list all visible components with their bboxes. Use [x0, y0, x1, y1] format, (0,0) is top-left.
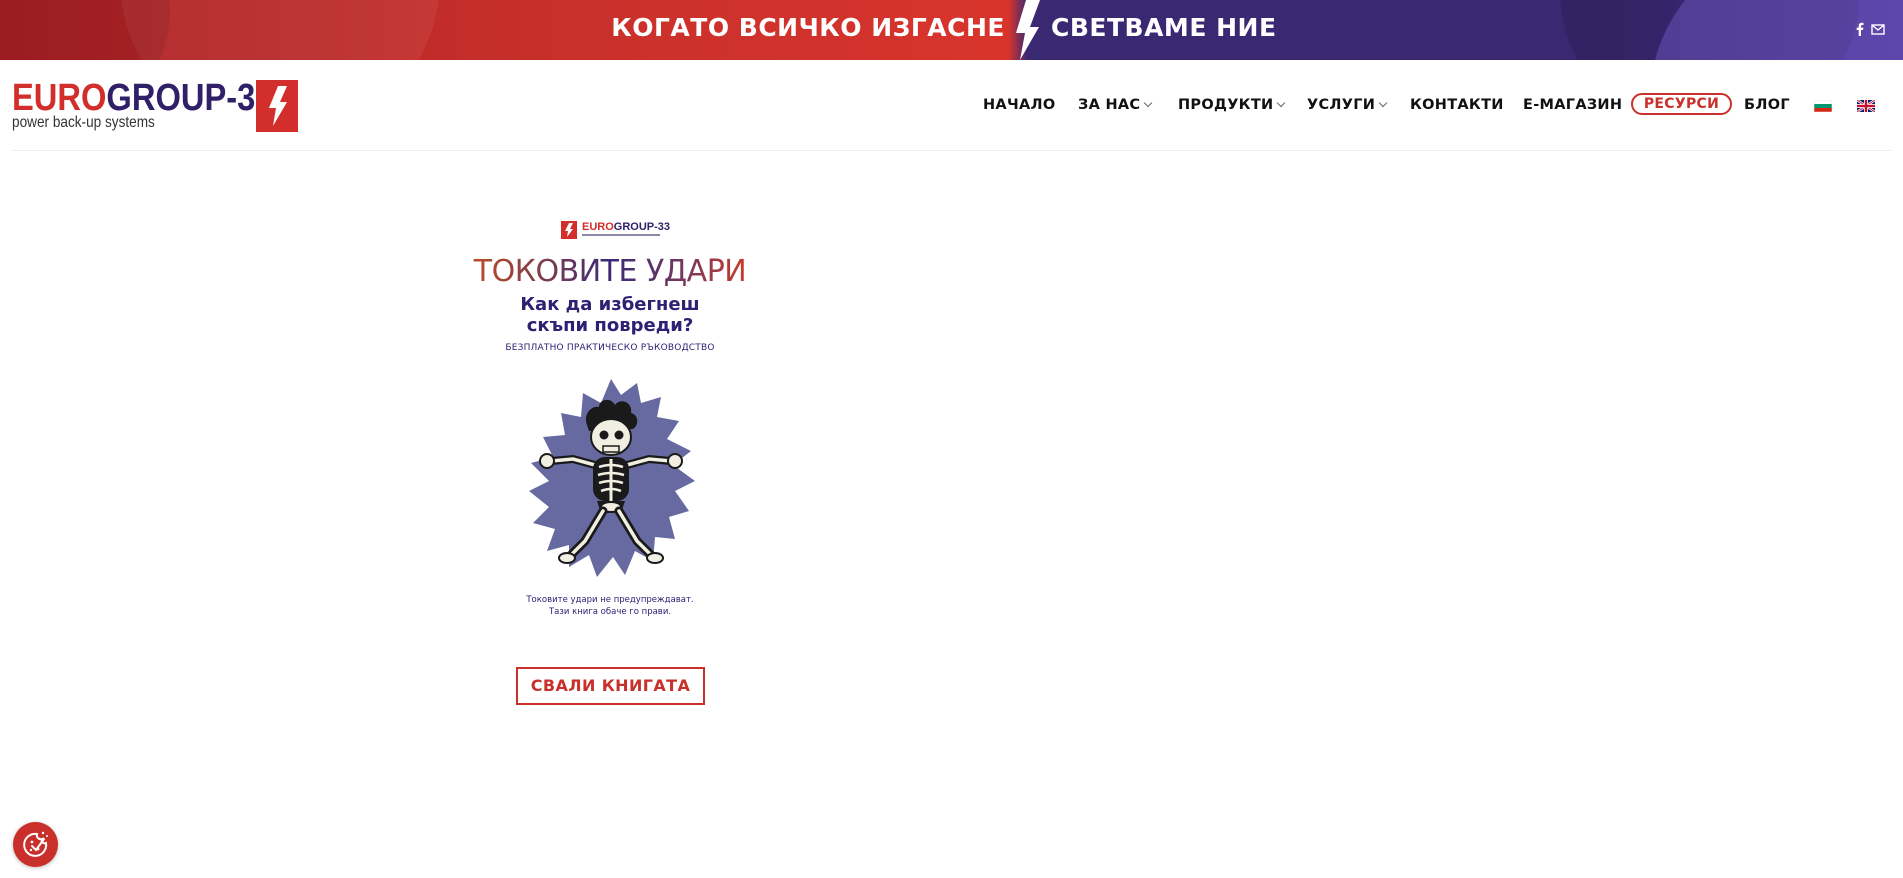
chevron-down-icon — [1378, 98, 1388, 108]
chevron-down-icon — [1144, 98, 1153, 108]
cover-subtitle-line: Как да избегнеш — [520, 294, 700, 315]
top-banner: КОГАТО ВСИЧКО ИЗГАСНЕ СВЕТВАМЕ НИЕ — [0, 0, 1903, 60]
logo-word-red: EURO — [12, 77, 107, 119]
header-divider — [12, 150, 1891, 151]
nav-item-contacts[interactable]: КОНТАКТИ — [1410, 97, 1504, 117]
cover-caption-line: Токовите удари не предупреждават. — [526, 595, 694, 605]
cover-title: ТОКОВИТЕ УДАРИ — [469, 255, 751, 289]
nav-item-home[interactable]: НАЧАЛО — [983, 97, 1055, 117]
bulgarian-flag-icon[interactable] — [1813, 99, 1833, 113]
cover-logo-blue: GROUP-33 — [613, 221, 671, 233]
download-book-button[interactable]: СВАЛИ КНИГАТА — [516, 667, 705, 705]
nav-label: ПРОДУКТИ — [1178, 97, 1274, 113]
cover-logo-tagline — [582, 234, 660, 236]
cover-guide-label: БЕЗПЛАТНО ПРАКТИЧЕСКО РЪКОВОДСТВО — [505, 343, 715, 353]
banner-slogan-left: КОГАТО ВСИЧКО ИЗГАСНЕ — [611, 13, 1005, 42]
banner-decoration — [0, 0, 170, 60]
ebook-cover: EUROGROUP-33 ТОКОВИТЕ УДАРИ Как да избег… — [469, 209, 751, 629]
facebook-icon[interactable] — [1853, 21, 1867, 37]
nav-item-e-shop[interactable]: Е-МАГАЗИН — [1523, 97, 1622, 117]
logo-wordmark: EUROGROUP-33 — [12, 78, 274, 118]
cover-subtitle-line: скъпи повреди? — [526, 315, 694, 336]
cover-logo-red: EURO — [582, 221, 614, 233]
site-logo[interactable]: EUROGROUP-33 power back-up systems — [12, 78, 302, 138]
cover-subtitle: Как да избегнеш скъпи повреди? — [469, 294, 751, 336]
uk-flag-icon[interactable] — [1856, 99, 1876, 113]
email-icon[interactable] — [1871, 21, 1885, 37]
nav-label: НАЧАЛО — [983, 97, 1056, 113]
electrocuted-skeleton-illustration — [529, 379, 695, 577]
logo-bolt-icon — [256, 80, 298, 132]
cookie-settings-button[interactable] — [13, 822, 58, 867]
nav-label: ЗА НАС — [1078, 97, 1141, 113]
logo-tagline: power back-up systems — [12, 114, 155, 131]
cover-caption-line: Тази книга обаче го прави. — [548, 607, 672, 617]
nav-item-resources[interactable]: РЕСУРСИ — [1631, 93, 1732, 115]
cover-logo: EUROGROUP-33 — [561, 221, 670, 241]
nav-label: Е-МАГАЗИН — [1523, 97, 1623, 113]
cover-logo-wordmark: EUROGROUP-33 — [582, 221, 670, 233]
nav-label: БЛОГ — [1744, 97, 1790, 113]
cookie-settings-icon — [23, 831, 48, 857]
cover-caption: Токовите удари не предупреждават. Тази к… — [469, 594, 751, 618]
banner-slogan-right: СВЕТВАМЕ НИЕ — [1051, 13, 1277, 42]
chevron-down-icon — [1277, 98, 1286, 108]
cover-logo-bolt-icon — [561, 221, 577, 239]
lightning-bolt-icon — [1016, 0, 1040, 60]
logo-word-blue: GROUP-33 — [106, 77, 274, 119]
nav-item-about[interactable]: ЗА НАС — [1078, 97, 1153, 117]
nav-item-services[interactable]: УСЛУГИ — [1307, 97, 1388, 117]
nav-item-blog[interactable]: БЛОГ — [1744, 97, 1790, 117]
nav-label: КОНТАКТИ — [1410, 97, 1504, 113]
site-header: EUROGROUP-33 power back-up systems НАЧАЛ… — [0, 60, 1903, 152]
nav-label: УСЛУГИ — [1307, 97, 1376, 113]
nav-item-products[interactable]: ПРОДУКТИ — [1178, 97, 1286, 117]
nav-label: РЕСУРСИ — [1643, 96, 1720, 112]
